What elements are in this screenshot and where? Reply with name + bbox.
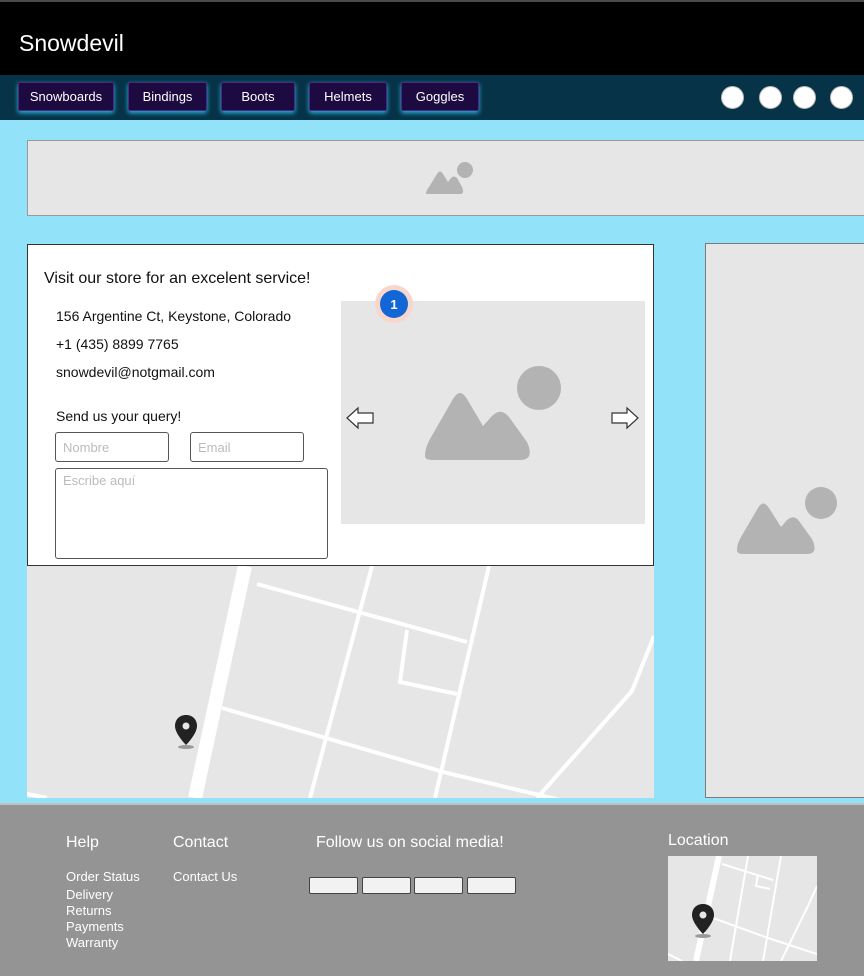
footer-location-map[interactable]: [668, 856, 817, 961]
footer-social-heading: Follow us on social media!: [316, 834, 504, 851]
carousel-next-arrow-icon[interactable]: [610, 405, 640, 431]
footer-help-heading: Help: [66, 834, 99, 851]
social-button-4[interactable]: [467, 877, 516, 894]
image-placeholder-icon: [737, 487, 837, 554]
notification-badge[interactable]: 1: [375, 285, 413, 323]
map-pin-icon[interactable]: [690, 903, 716, 939]
map-pin-icon[interactable]: [173, 714, 199, 750]
site-footer: Help Order Status Delivery Returns Payme…: [0, 803, 864, 976]
map-streets: [27, 566, 654, 798]
banner-image: [27, 140, 864, 216]
footer-link-returns[interactable]: Returns: [66, 903, 112, 918]
footer-link-payments[interactable]: Payments: [66, 919, 124, 934]
nav-snowboards-button[interactable]: Snowboards: [18, 82, 114, 111]
footer-location-heading: Location: [668, 832, 729, 849]
social-button-2[interactable]: [362, 877, 411, 894]
main-nav: Snowboards Bindings Boots Helmets Goggle…: [0, 75, 864, 120]
query-title: Send us your query!: [56, 408, 182, 424]
carousel-prev-arrow-icon[interactable]: [345, 405, 375, 431]
image-placeholder-icon: [425, 366, 561, 460]
nav-goggles-button[interactable]: Goggles: [401, 82, 479, 111]
store-phone: +1 (435) 8899 7765: [56, 336, 179, 352]
footer-link-order-status[interactable]: Order Status: [66, 869, 140, 884]
email-field[interactable]: [190, 432, 304, 462]
store-map[interactable]: [27, 566, 654, 798]
store-card-title: Visit our store for an excelent service!: [44, 270, 311, 287]
side-image: [705, 243, 864, 798]
image-carousel: [341, 301, 645, 524]
footer-link-warranty[interactable]: Warranty: [66, 935, 118, 950]
footer-link-delivery[interactable]: Delivery: [66, 887, 113, 902]
nav-boots-button[interactable]: Boots: [221, 82, 295, 111]
circle-button-4[interactable]: [830, 86, 853, 109]
brand-name[interactable]: Snowdevil: [19, 30, 124, 57]
footer-contact-heading: Contact: [173, 834, 229, 851]
nav-helmets-button[interactable]: Helmets: [309, 82, 387, 111]
footer-link-contact-us[interactable]: Contact Us: [173, 869, 237, 884]
nav-bindings-button[interactable]: Bindings: [128, 82, 207, 111]
name-field[interactable]: [55, 432, 169, 462]
site-header: Snowdevil: [0, 0, 864, 75]
social-button-1[interactable]: [309, 877, 358, 894]
store-address: 156 Argentine Ct, Keystone, Colorado: [56, 308, 292, 324]
image-placeholder-icon: [426, 162, 473, 194]
notification-count: 1: [380, 290, 408, 318]
message-field[interactable]: [55, 468, 328, 559]
social-button-3[interactable]: [414, 877, 463, 894]
store-card: Visit our store for an excelent service!…: [27, 244, 654, 566]
store-email: snowdevil@notgmail.com: [56, 364, 215, 380]
circle-button-3[interactable]: [793, 86, 816, 109]
circle-button-2[interactable]: [759, 86, 782, 109]
circle-button-1[interactable]: [721, 86, 744, 109]
